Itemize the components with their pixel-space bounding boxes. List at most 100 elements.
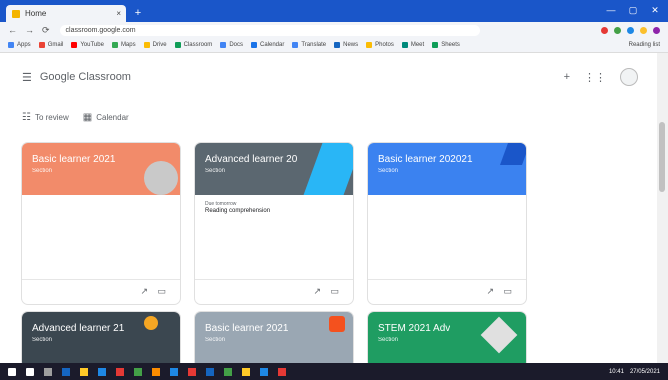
class-card-footer: ↗ ▭ xyxy=(195,279,353,304)
extension-icon[interactable] xyxy=(614,26,621,34)
class-banner-illustration xyxy=(144,161,178,195)
bookmark-favicon-icon xyxy=(292,42,299,48)
class-section: Section xyxy=(32,168,53,174)
class-card-header[interactable]: Basic learner 202021 Section xyxy=(368,143,526,195)
folder-icon[interactable]: ▭ xyxy=(330,286,339,297)
taskbar-app-icon[interactable] xyxy=(242,367,250,376)
bookmark-favicon-icon xyxy=(220,42,227,48)
class-card[interactable]: STEM 2021 Adv Section xyxy=(368,312,526,368)
bookmark-item[interactable]: Apps xyxy=(8,42,31,48)
bookmark-item[interactable]: Classroom xyxy=(174,42,213,48)
class-card-header[interactable]: Basic learner 2021 Section xyxy=(22,143,180,195)
bookmark-item[interactable]: News xyxy=(334,42,358,48)
taskbar-app-icon[interactable] xyxy=(116,367,124,376)
class-name[interactable]: STEM 2021 Adv xyxy=(378,323,450,334)
bookmark-label: Translate xyxy=(301,42,327,48)
navigation-bar: ← → ⟳ classroom.google.com xyxy=(0,22,668,38)
clock-date[interactable]: 27/05/2021 xyxy=(630,369,660,375)
bookmark-label: Sheets xyxy=(441,42,460,48)
bookmark-item[interactable]: YouTube xyxy=(71,42,104,48)
new-tab-button[interactable]: + xyxy=(131,7,145,19)
address-bar[interactable]: classroom.google.com xyxy=(59,24,480,36)
taskbar-app-icon[interactable] xyxy=(44,367,52,376)
minimize-button[interactable]: — xyxy=(604,4,618,16)
reading-list-button[interactable]: Reading list xyxy=(629,42,660,48)
to-review-label: To review xyxy=(34,113,69,122)
to-review-link[interactable]: ☷ To review xyxy=(22,112,69,123)
bookmark-item[interactable]: Photos xyxy=(366,42,394,48)
browser-tab[interactable]: Home × xyxy=(6,5,126,22)
extension-icon[interactable] xyxy=(601,26,608,34)
taskbar-app-icon[interactable] xyxy=(26,367,34,376)
extensions-area xyxy=(601,26,660,34)
scrollbar-thumb[interactable] xyxy=(659,122,665,192)
class-name[interactable]: Basic learner 2021 xyxy=(205,323,288,334)
taskbar-app-icon[interactable] xyxy=(188,367,196,376)
gradebook-icon[interactable]: ↗ xyxy=(313,286,321,297)
taskbar-app-icon[interactable] xyxy=(134,367,142,376)
folder-icon[interactable]: ▭ xyxy=(157,286,166,297)
close-window-button[interactable]: ✕ xyxy=(648,4,662,16)
bookmark-item[interactable]: Drive xyxy=(143,42,167,48)
class-section: Section xyxy=(205,337,226,343)
extension-icon[interactable] xyxy=(627,26,634,34)
taskbar-app-icon[interactable] xyxy=(170,367,178,376)
calendar-link[interactable]: ▦ Calendar xyxy=(83,112,129,123)
bookmark-item[interactable]: Calendar xyxy=(250,42,284,48)
class-card[interactable]: Basic learner 2021 Section xyxy=(195,312,353,368)
class-section: Section xyxy=(32,337,53,343)
taskbar-app-icon[interactable] xyxy=(224,367,232,376)
class-name[interactable]: Advanced learner 20 xyxy=(205,154,297,165)
class-section: Section xyxy=(378,337,399,343)
folder-icon[interactable]: ▭ xyxy=(503,286,512,297)
bookmark-item[interactable]: Meet xyxy=(401,42,424,48)
tab-close-icon[interactable]: × xyxy=(116,9,121,18)
class-banner-illustration xyxy=(499,143,526,165)
taskbar-app-icon[interactable] xyxy=(62,367,70,376)
bookmark-item[interactable]: Gmail xyxy=(38,42,63,48)
bookmark-item[interactable]: Maps xyxy=(111,42,136,48)
taskbar-app-icon[interactable] xyxy=(260,367,268,376)
bookmark-item[interactable]: Sheets xyxy=(432,42,460,48)
add-class-icon[interactable]: + xyxy=(564,71,570,83)
review-list-icon: ☷ xyxy=(22,112,31,123)
maximize-button[interactable]: ▢ xyxy=(626,4,640,16)
class-card-header[interactable]: STEM 2021 Adv Section xyxy=(368,312,526,368)
taskbar-app-icon[interactable] xyxy=(80,367,88,376)
reload-button[interactable]: ⟳ xyxy=(42,25,50,36)
class-name[interactable]: Advanced learner 21 xyxy=(32,323,124,334)
bookmark-item[interactable]: Translate xyxy=(292,42,326,48)
class-card[interactable]: Basic learner 202021 Section ↗ ▭ xyxy=(368,143,526,304)
class-name[interactable]: Basic learner 202021 xyxy=(378,154,473,165)
class-card[interactable]: Basic learner 2021 Section ↗ ▭ xyxy=(22,143,180,304)
gradebook-icon[interactable]: ↗ xyxy=(486,286,494,297)
main-menu-icon[interactable]: ☰ xyxy=(22,71,32,84)
gradebook-icon[interactable]: ↗ xyxy=(140,286,148,297)
google-apps-icon[interactable]: ⋮⋮ xyxy=(584,71,606,84)
bookmark-label: Apps xyxy=(17,42,31,48)
class-card-header[interactable]: Basic learner 2021 Section xyxy=(195,312,353,368)
app-title[interactable]: Google Classroom xyxy=(40,71,131,83)
extension-icon[interactable] xyxy=(640,26,647,34)
class-name[interactable]: Basic learner 2021 xyxy=(32,154,115,165)
clock-time[interactable]: 10:41 xyxy=(609,369,624,375)
taskbar-app-icon[interactable] xyxy=(98,367,106,376)
account-avatar[interactable] xyxy=(620,68,638,86)
class-card[interactable]: Advanced learner 20 Section Due tomorrow… xyxy=(195,143,353,304)
start-button-icon[interactable] xyxy=(8,367,16,376)
class-card-header[interactable]: Advanced learner 21 Section xyxy=(22,312,180,368)
back-button[interactable]: ← xyxy=(8,25,17,35)
forward-button[interactable]: → xyxy=(25,25,34,35)
class-card[interactable]: Advanced learner 21 Section xyxy=(22,312,180,368)
bookmark-label: Classroom xyxy=(183,42,213,48)
page-scrollbar[interactable] xyxy=(657,53,668,363)
class-card-header[interactable]: Advanced learner 20 Section xyxy=(195,143,353,195)
bookmark-item[interactable]: Docs xyxy=(220,42,243,48)
bookmark-favicon-icon xyxy=(71,42,78,48)
bookmark-favicon-icon xyxy=(366,42,373,48)
extension-icon[interactable] xyxy=(653,26,660,34)
taskbar-app-icon[interactable] xyxy=(152,367,160,376)
due-assignment[interactable]: Reading comprehension xyxy=(205,208,270,214)
taskbar-app-icon[interactable] xyxy=(206,367,214,376)
taskbar-app-icon[interactable] xyxy=(278,367,286,376)
